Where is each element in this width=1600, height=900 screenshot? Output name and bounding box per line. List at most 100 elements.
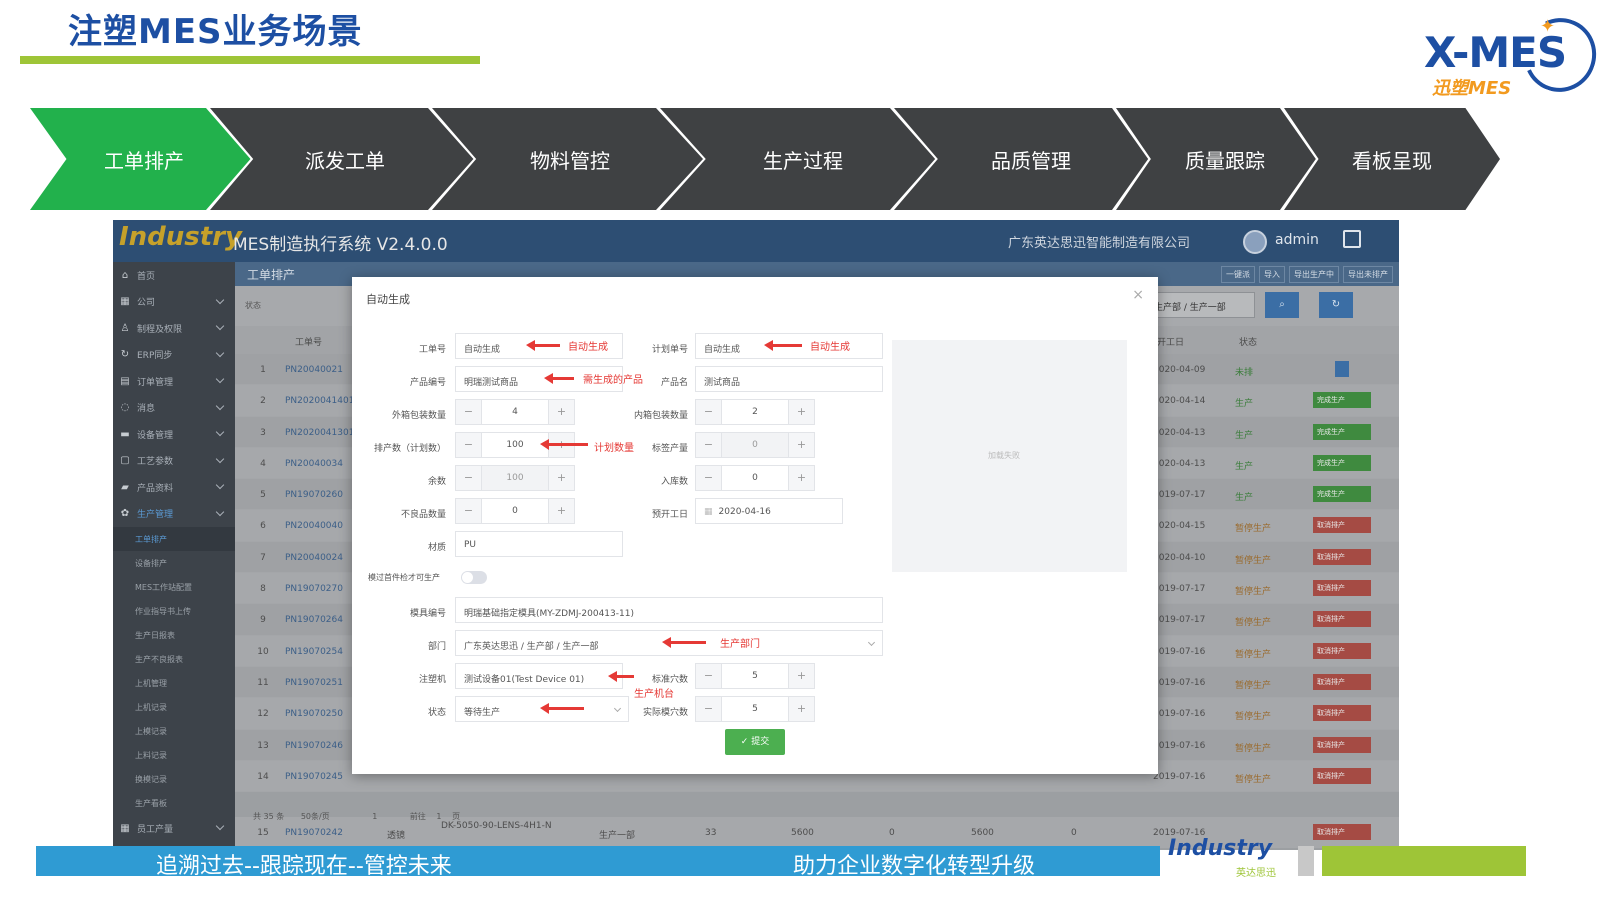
remainder-stepper[interactable]: − 100 +: [455, 465, 575, 491]
close-icon[interactable]: ×: [1132, 287, 1144, 303]
cancel-schedule-button[interactable]: 取消排产: [1313, 548, 1371, 565]
tab-work-order-scheduling[interactable]: 工单排产: [247, 266, 295, 283]
sidebar-item[interactable]: 生产不良报表: [113, 647, 235, 671]
sidebar-item[interactable]: ▰ 产品资料: [113, 474, 235, 501]
cancel-schedule-button[interactable]: 取消排产: [1313, 736, 1371, 753]
sidebar-item[interactable]: 上机管理: [113, 671, 235, 695]
plus-icon[interactable]: +: [788, 466, 814, 490]
row-number: 6: [260, 521, 266, 532]
start-date-picker[interactable]: ▦ 2020-04-16: [695, 498, 843, 524]
footer-gray-bar: [1298, 846, 1314, 876]
sidebar-item[interactable]: 上机记录: [113, 695, 235, 719]
plus-icon[interactable]: +: [788, 664, 814, 688]
finish-production-button[interactable]: 完成生产: [1313, 423, 1371, 440]
first-article-toggle[interactable]: [461, 571, 487, 584]
sidebar-item[interactable]: ▢ 工艺参数: [113, 448, 235, 475]
sidebar-item[interactable]: 上料记录: [113, 743, 235, 767]
plus-icon[interactable]: +: [548, 466, 574, 490]
export-unscheduled-button[interactable]: 导出未排产: [1343, 266, 1393, 283]
minus-icon[interactable]: −: [456, 433, 482, 457]
app-username[interactable]: admin: [1275, 232, 1319, 248]
menu-icon: ⌂: [121, 269, 129, 281]
outer-pack-stepper[interactable]: − 4 +: [455, 399, 575, 425]
calendar-icon: ▦: [704, 507, 713, 517]
material-field[interactable]: PU: [455, 531, 623, 557]
sidebar-item-label: 员工产量: [137, 824, 174, 835]
avatar[interactable]: [1243, 230, 1267, 254]
defect-qty-stepper[interactable]: − 0 +: [455, 498, 575, 524]
sidebar-item[interactable]: 工单排产: [113, 527, 235, 551]
sidebar-item[interactable]: ✿ 生产管理: [113, 501, 235, 528]
mold-no-field[interactable]: 明瑞基础指定模具(MY-ZDMJ-200413-11): [455, 597, 883, 623]
col-status[interactable]: 状态: [1239, 335, 1257, 348]
footer-slogan-left: 追溯过去--跟踪现在--管控未来: [156, 854, 452, 879]
sidebar-item[interactable]: 设备排产: [113, 551, 235, 575]
work-order-label: 工单号: [418, 345, 446, 355]
cancel-schedule-button[interactable]: 取消排产: [1313, 673, 1371, 690]
sidebar-item-label: 订单管理: [137, 377, 174, 388]
stock-in-stepper[interactable]: − 0 +: [695, 465, 815, 491]
cancel-schedule-button[interactable]: 取消排产: [1313, 705, 1371, 722]
sidebar-item[interactable]: ↻ ERP同步: [113, 342, 235, 369]
col-work-order[interactable]: 工单号: [295, 335, 322, 348]
cancel-schedule-button[interactable]: 取消排产: [1313, 824, 1371, 840]
sidebar-item[interactable]: 生产看板: [113, 791, 235, 815]
sidebar-item[interactable]: ▦ 公司: [113, 289, 235, 316]
finish-production-button[interactable]: 完成生产: [1313, 486, 1371, 503]
edit-icon[interactable]: [1335, 361, 1349, 377]
plus-icon[interactable]: +: [548, 499, 574, 523]
minus-icon[interactable]: −: [696, 466, 722, 490]
refresh-button[interactable]: ↻: [1319, 292, 1353, 318]
cancel-schedule-button[interactable]: 取消排产: [1313, 517, 1371, 534]
sidebar-item[interactable]: 作业指导书上传: [113, 599, 235, 623]
sidebar-item[interactable]: ▤ 订单管理: [113, 368, 235, 395]
minus-icon[interactable]: −: [456, 499, 482, 523]
sidebar-item-label: MES工作站配置: [135, 582, 193, 592]
submit-button[interactable]: ✓ 提交: [725, 729, 785, 755]
product-image-placeholder: 加载失败: [892, 340, 1127, 572]
sidebar-item[interactable]: ⌂ 首页: [113, 262, 235, 289]
sidebar-item[interactable]: 上模记录: [113, 719, 235, 743]
plus-icon[interactable]: +: [788, 433, 814, 457]
sidebar-item[interactable]: ▬ 设备管理: [113, 421, 235, 448]
cancel-schedule-button[interactable]: 取消排产: [1313, 767, 1371, 784]
one-click-dispatch-button[interactable]: 一键派: [1221, 266, 1255, 283]
product-name-field[interactable]: 测试商品: [695, 366, 883, 392]
minus-icon[interactable]: −: [696, 664, 722, 688]
sidebar-item[interactable]: 换模记录: [113, 767, 235, 791]
search-button[interactable]: ⌕: [1265, 292, 1299, 318]
export-in-production-button[interactable]: 导出生产中: [1289, 266, 1339, 283]
std-cavity-stepper[interactable]: − 5 +: [695, 663, 815, 689]
minus-icon[interactable]: −: [696, 433, 722, 457]
finish-production-button[interactable]: 完成生产: [1313, 454, 1371, 471]
standard-output-stepper[interactable]: − 0 +: [695, 432, 815, 458]
minus-icon[interactable]: −: [696, 400, 722, 424]
plus-icon[interactable]: +: [548, 400, 574, 424]
minus-icon[interactable]: −: [456, 400, 482, 424]
goto-input[interactable]: 1: [436, 812, 441, 821]
import-button[interactable]: 导入: [1259, 266, 1285, 283]
sidebar-item[interactable]: 生产日报表: [113, 623, 235, 647]
mold-no-label: 模具编号: [409, 609, 446, 619]
department-label: 部门: [427, 642, 446, 652]
cancel-schedule-button[interactable]: 取消排产: [1313, 611, 1371, 628]
department-select[interactable]: 生产部 / 生产一部: [1147, 292, 1255, 318]
actual-cavity-stepper[interactable]: − 5 +: [695, 696, 815, 722]
minus-icon[interactable]: −: [696, 697, 722, 721]
sidebar-item[interactable]: ▦ 员工产量: [113, 815, 235, 842]
inner-pack-stepper[interactable]: − 2 +: [695, 399, 815, 425]
sidebar-item[interactable]: ♙ 制程及权限: [113, 315, 235, 342]
finish-production-button[interactable]: 完成生产: [1313, 392, 1371, 409]
plus-icon[interactable]: +: [788, 400, 814, 424]
logout-icon[interactable]: [1343, 230, 1361, 248]
page-size-select[interactable]: 50条/页: [301, 812, 330, 821]
cancel-schedule-button[interactable]: 取消排产: [1313, 580, 1371, 597]
page-number[interactable]: 1: [372, 812, 377, 821]
cancel-schedule-button[interactable]: 取消排产: [1313, 642, 1371, 659]
col-start-date[interactable]: 开工日: [1157, 335, 1184, 348]
sidebar-item[interactable]: ◌ 消息: [113, 395, 235, 422]
plus-icon[interactable]: +: [788, 697, 814, 721]
minus-icon[interactable]: −: [456, 466, 482, 490]
sidebar-item[interactable]: MES工作站配置: [113, 575, 235, 599]
title-underline: [20, 56, 480, 64]
